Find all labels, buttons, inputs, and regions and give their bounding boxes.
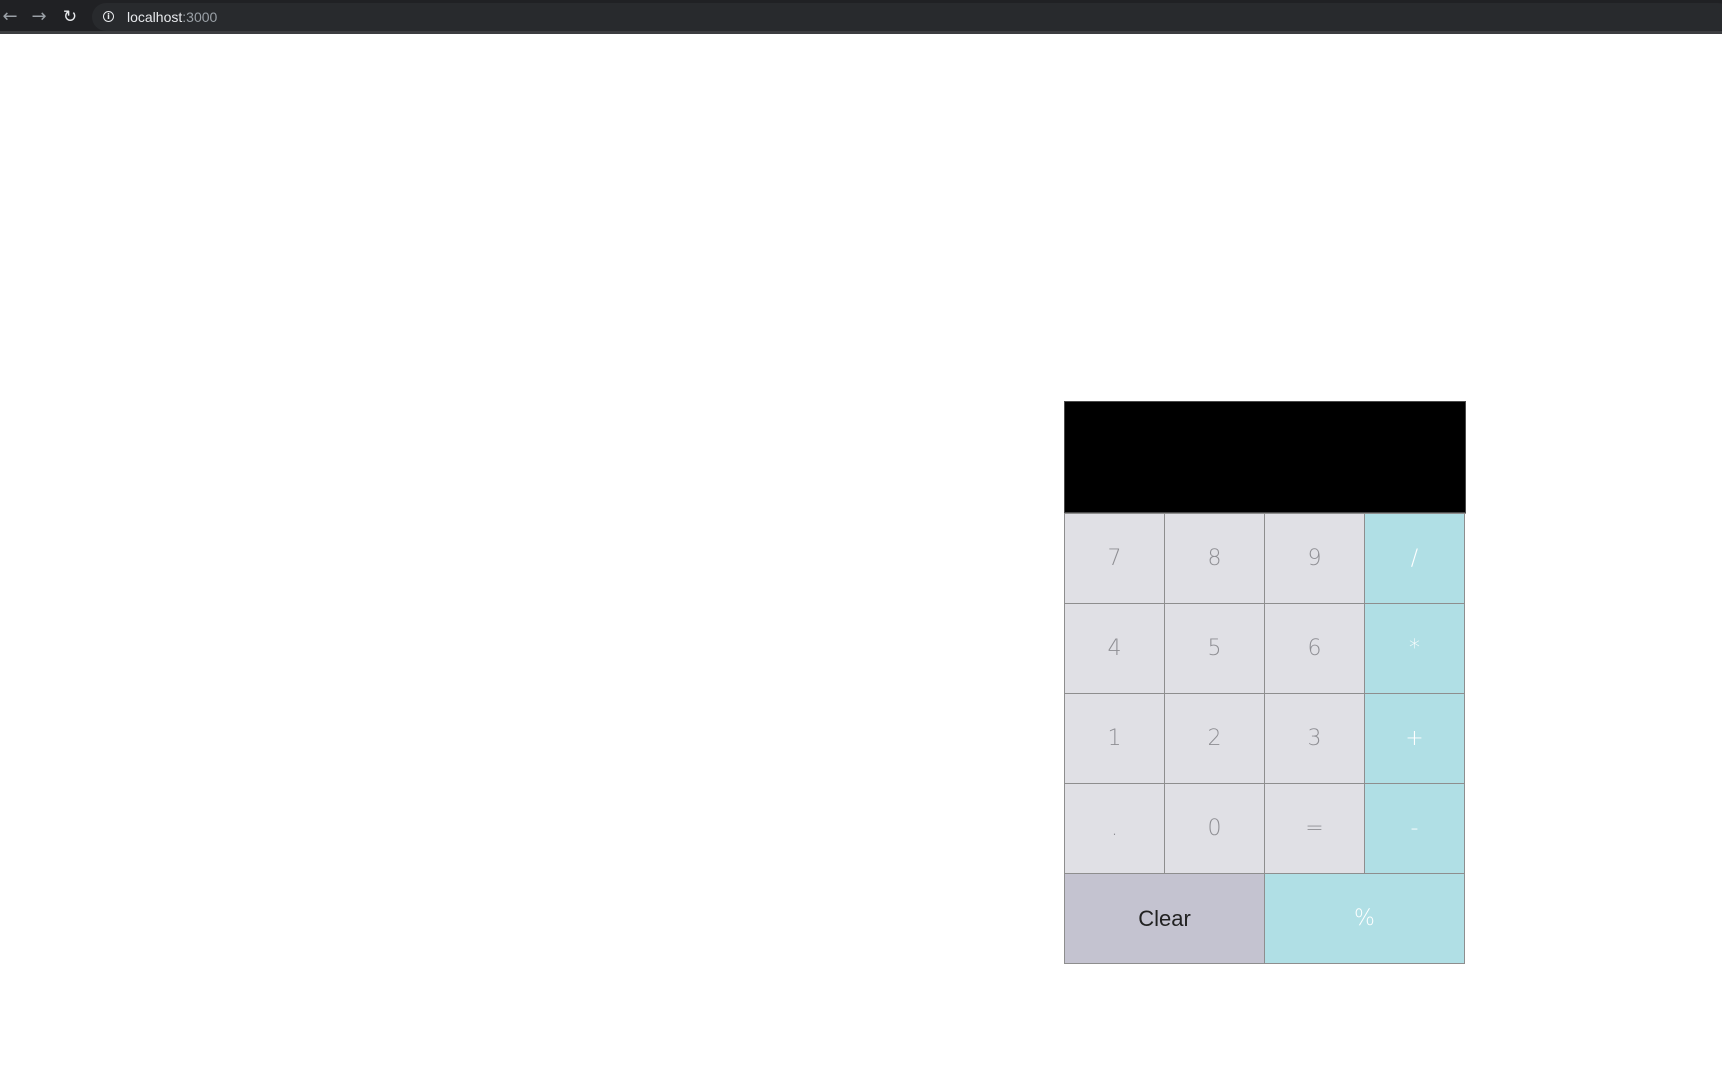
forward-arrow-icon[interactable]: → — [29, 7, 49, 27]
browser-toolbar: ← → ↻ i localhost:3000 — [0, 0, 1722, 34]
key-4[interactable]: 4 — [1065, 604, 1165, 694]
key-7[interactable]: 7 — [1065, 514, 1165, 604]
calculator-display — [1064, 401, 1466, 513]
reload-icon[interactable]: ↻ — [60, 7, 80, 27]
info-icon[interactable]: i — [103, 11, 114, 22]
url-text[interactable]: localhost:3000 — [127, 9, 217, 25]
back-arrow-icon[interactable]: ← — [0, 7, 20, 27]
key-equals[interactable]: = — [1265, 784, 1365, 874]
key-multiply[interactable]: * — [1365, 604, 1465, 694]
key-plus[interactable]: + — [1365, 694, 1465, 784]
clear-button[interactable]: Clear — [1065, 874, 1265, 964]
key-9[interactable]: 9 — [1265, 514, 1365, 604]
key-3[interactable]: 3 — [1265, 694, 1365, 784]
key-decimal[interactable]: . — [1065, 784, 1165, 874]
key-5[interactable]: 5 — [1165, 604, 1265, 694]
key-2[interactable]: 2 — [1165, 694, 1265, 784]
calculator-keypad: 7 8 9 / 4 5 6 * 1 2 3 + . 0 = - Clear % — [1064, 513, 1466, 964]
key-minus[interactable]: - — [1365, 784, 1465, 874]
key-divide[interactable]: / — [1365, 514, 1465, 604]
url-host: localhost — [127, 9, 183, 25]
key-6[interactable]: 6 — [1265, 604, 1365, 694]
key-percent[interactable]: % — [1265, 874, 1465, 964]
key-0[interactable]: 0 — [1165, 784, 1265, 874]
key-8[interactable]: 8 — [1165, 514, 1265, 604]
calculator: 7 8 9 / 4 5 6 * 1 2 3 + . 0 = - Clear % — [1064, 401, 1466, 964]
key-1[interactable]: 1 — [1065, 694, 1165, 784]
address-bar[interactable]: i localhost:3000 — [92, 3, 1722, 31]
url-port: :3000 — [182, 9, 218, 25]
